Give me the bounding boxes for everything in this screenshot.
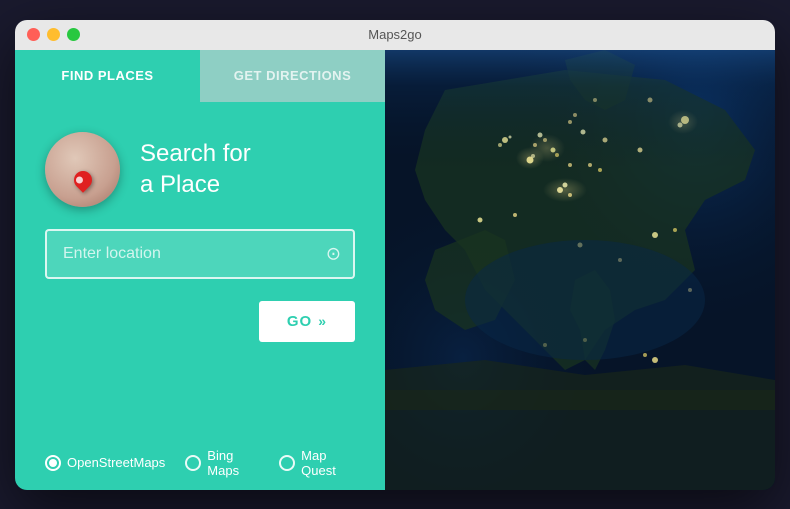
- map-provider-bar: OpenStreetMaps Bing Maps Map Quest: [15, 436, 385, 490]
- traffic-lights: [27, 28, 80, 41]
- minimize-button[interactable]: [47, 28, 60, 41]
- map-svg: [385, 50, 775, 490]
- radio-osm[interactable]: OpenStreetMaps: [45, 455, 165, 471]
- go-button-row: GO »: [45, 301, 355, 342]
- location-target-icon: ⊙: [326, 243, 341, 264]
- location-input-container: ⊙: [45, 229, 355, 279]
- search-header: Search for a Place: [45, 132, 355, 207]
- tab-get-directions[interactable]: GET DIRECTIONS: [200, 50, 385, 102]
- titlebar: Maps2go: [15, 20, 775, 50]
- pin-dot: [74, 175, 84, 185]
- close-button[interactable]: [27, 28, 40, 41]
- map-pin: [74, 171, 92, 189]
- place-icon: [45, 132, 120, 207]
- radio-mapquest-circle: [279, 455, 295, 471]
- pin-head: [70, 167, 95, 192]
- radio-mapquest[interactable]: Map Quest: [279, 448, 355, 478]
- app-title: Maps2go: [368, 27, 421, 42]
- search-text: Search for a Place: [140, 138, 251, 200]
- tab-bar: FIND PLACES GET DIRECTIONS: [15, 50, 385, 102]
- radio-osm-circle: [45, 455, 61, 471]
- panel-body: Search for a Place ⊙ GO »: [15, 102, 385, 436]
- app-window: Maps2go FIND PLACES GET DIRECTIONS: [15, 20, 775, 490]
- go-button[interactable]: GO »: [259, 301, 355, 342]
- left-panel: FIND PLACES GET DIRECTIONS: [15, 50, 385, 490]
- maximize-button[interactable]: [67, 28, 80, 41]
- radio-bing[interactable]: Bing Maps: [185, 448, 259, 478]
- main-content: FIND PLACES GET DIRECTIONS: [15, 50, 775, 490]
- tab-find-places[interactable]: FIND PLACES: [15, 50, 200, 102]
- radio-bing-circle: [185, 455, 201, 471]
- search-heading: Search for a Place: [140, 138, 251, 200]
- location-input[interactable]: [45, 229, 355, 279]
- map-panel: [385, 50, 775, 490]
